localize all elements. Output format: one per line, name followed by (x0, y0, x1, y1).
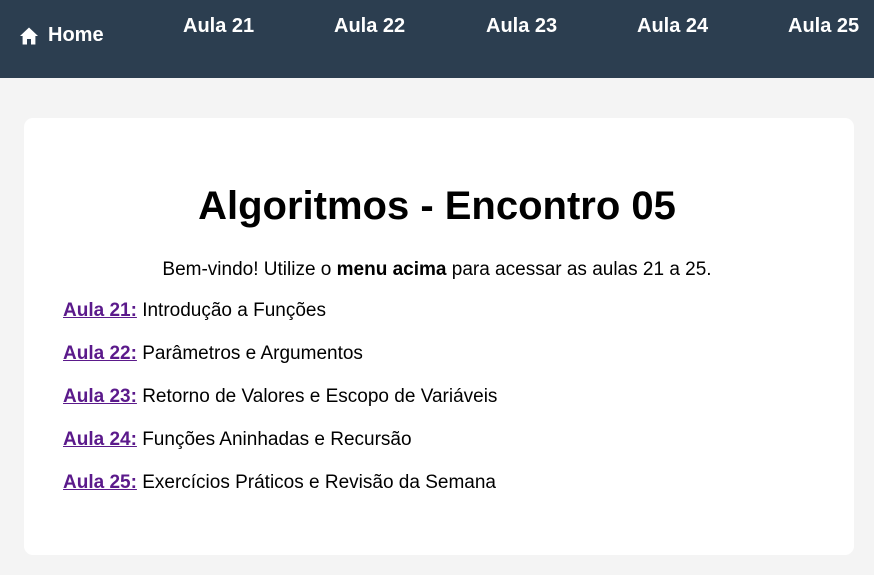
lesson-item: Aula 21: Introdução a Funções (63, 299, 497, 342)
lesson-item: Aula 24: Funções Aninhadas e Recursão (63, 428, 497, 471)
lesson-description: Retorno de Valores e Escopo de Variáveis (136, 386, 498, 407)
lesson-list: Aula 21: Introdução a Funções Aula 22: P… (63, 299, 497, 514)
lesson-description: Funções Aninhadas e Recursão (136, 429, 412, 450)
intro-text-end: para acessar as aulas 21 a 25. (446, 259, 712, 280)
lesson-link-aula-22[interactable]: Aula 22: (63, 343, 137, 364)
intro-text: Bem-vindo! Utilize o menu acima para ace… (0, 258, 874, 282)
lesson-item: Aula 23: Retorno de Valores e Escopo de … (63, 385, 497, 428)
home-icon (20, 27, 38, 44)
nav-link-aula-22[interactable]: Aula 22 (334, 15, 405, 38)
lesson-item: Aula 22: Parâmetros e Argumentos (63, 342, 497, 385)
lesson-link-aula-23[interactable]: Aula 23: (63, 386, 137, 407)
lesson-description: Parâmetros e Argumentos (136, 343, 363, 364)
lesson-description: Introdução a Funções (136, 300, 326, 321)
nav-home-link[interactable]: Home (19, 24, 104, 47)
nav-home-label: Home (48, 24, 104, 46)
nav-link-aula-24[interactable]: Aula 24 (637, 15, 708, 38)
lesson-link-aula-25[interactable]: Aula 25: (63, 472, 137, 493)
top-navbar: Home Aula 21 Aula 22 Aula 23 Aula 24 Aul… (0, 0, 874, 78)
lesson-description: Exercícios Práticos e Revisão da Semana (136, 472, 496, 493)
page-title: Algoritmos - Encontro 05 (198, 184, 676, 228)
intro-text-bold: menu acima (336, 259, 447, 280)
lesson-item: Aula 25: Exercícios Práticos e Revisão d… (63, 471, 497, 514)
lesson-link-aula-21[interactable]: Aula 21: (63, 300, 137, 321)
lesson-link-aula-24[interactable]: Aula 24: (63, 429, 137, 450)
nav-link-aula-25[interactable]: Aula 25 (788, 15, 859, 38)
nav-link-aula-21[interactable]: Aula 21 (183, 15, 254, 38)
nav-link-aula-23[interactable]: Aula 23 (486, 15, 557, 38)
intro-text-start: Bem-vindo! Utilize o (162, 259, 337, 280)
